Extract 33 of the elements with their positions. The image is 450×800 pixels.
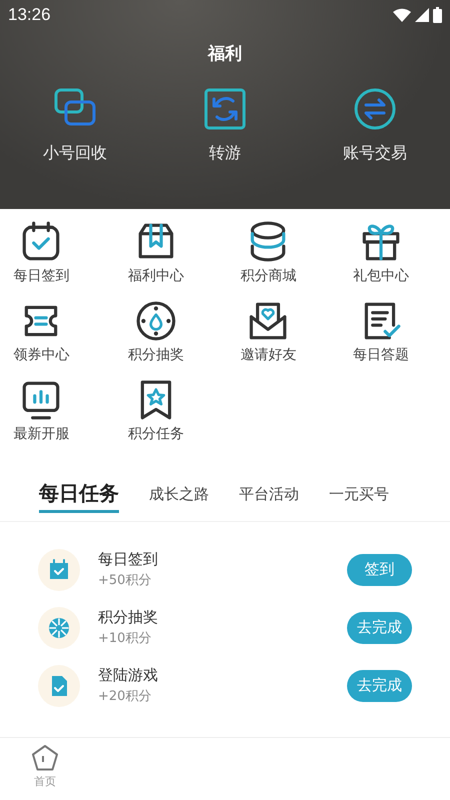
- status-time: 13:26: [8, 5, 51, 25]
- calendar-icon: [47, 558, 71, 582]
- task-title: 每日签到: [98, 550, 159, 569]
- shortcut-button[interactable]: 账号交易: [300, 87, 450, 164]
- task-reward: +10积分: [98, 630, 152, 647]
- task-title: 登陆游戏: [98, 666, 159, 685]
- feature-button[interactable]: 每日签到: [1, 219, 82, 285]
- task-title: 积分抽奖: [98, 608, 159, 627]
- feature-button[interactable]: 领券中心: [1, 298, 82, 364]
- tab[interactable]: 平台活动: [239, 485, 299, 513]
- battery-icon: [433, 7, 442, 23]
- task-reward: +20积分: [98, 688, 152, 705]
- feature-button[interactable]: 积分商城: [228, 219, 308, 285]
- tab[interactable]: 每日任务: [39, 480, 119, 513]
- signal-icon: [415, 8, 429, 22]
- feature-button[interactable]: 每日答题: [340, 298, 421, 364]
- feature-button[interactable]: 福利中心: [116, 219, 196, 285]
- feature-button[interactable]: 积分任务: [116, 377, 196, 443]
- pentagon-icon: [31, 744, 59, 772]
- refresh-icon: [203, 87, 247, 131]
- tab[interactable]: 一元买号: [329, 485, 389, 513]
- feature-button[interactable]: 邀请好友: [228, 298, 308, 364]
- wheel-icon: [47, 616, 71, 640]
- tab[interactable]: 成长之路: [149, 485, 209, 513]
- feature-button[interactable]: 礼包中心: [340, 219, 421, 285]
- task-reward: +50积分: [98, 572, 152, 589]
- wifi-icon: [393, 8, 411, 22]
- swap-icon: [353, 87, 397, 131]
- shortcut-button[interactable]: 转游: [150, 87, 300, 164]
- feature-button[interactable]: 积分抽奖: [116, 298, 196, 364]
- shortcut-button[interactable]: 小号回收: [0, 87, 150, 164]
- page-title: 福利: [208, 43, 242, 65]
- feature-button[interactable]: 最新开服: [1, 377, 82, 443]
